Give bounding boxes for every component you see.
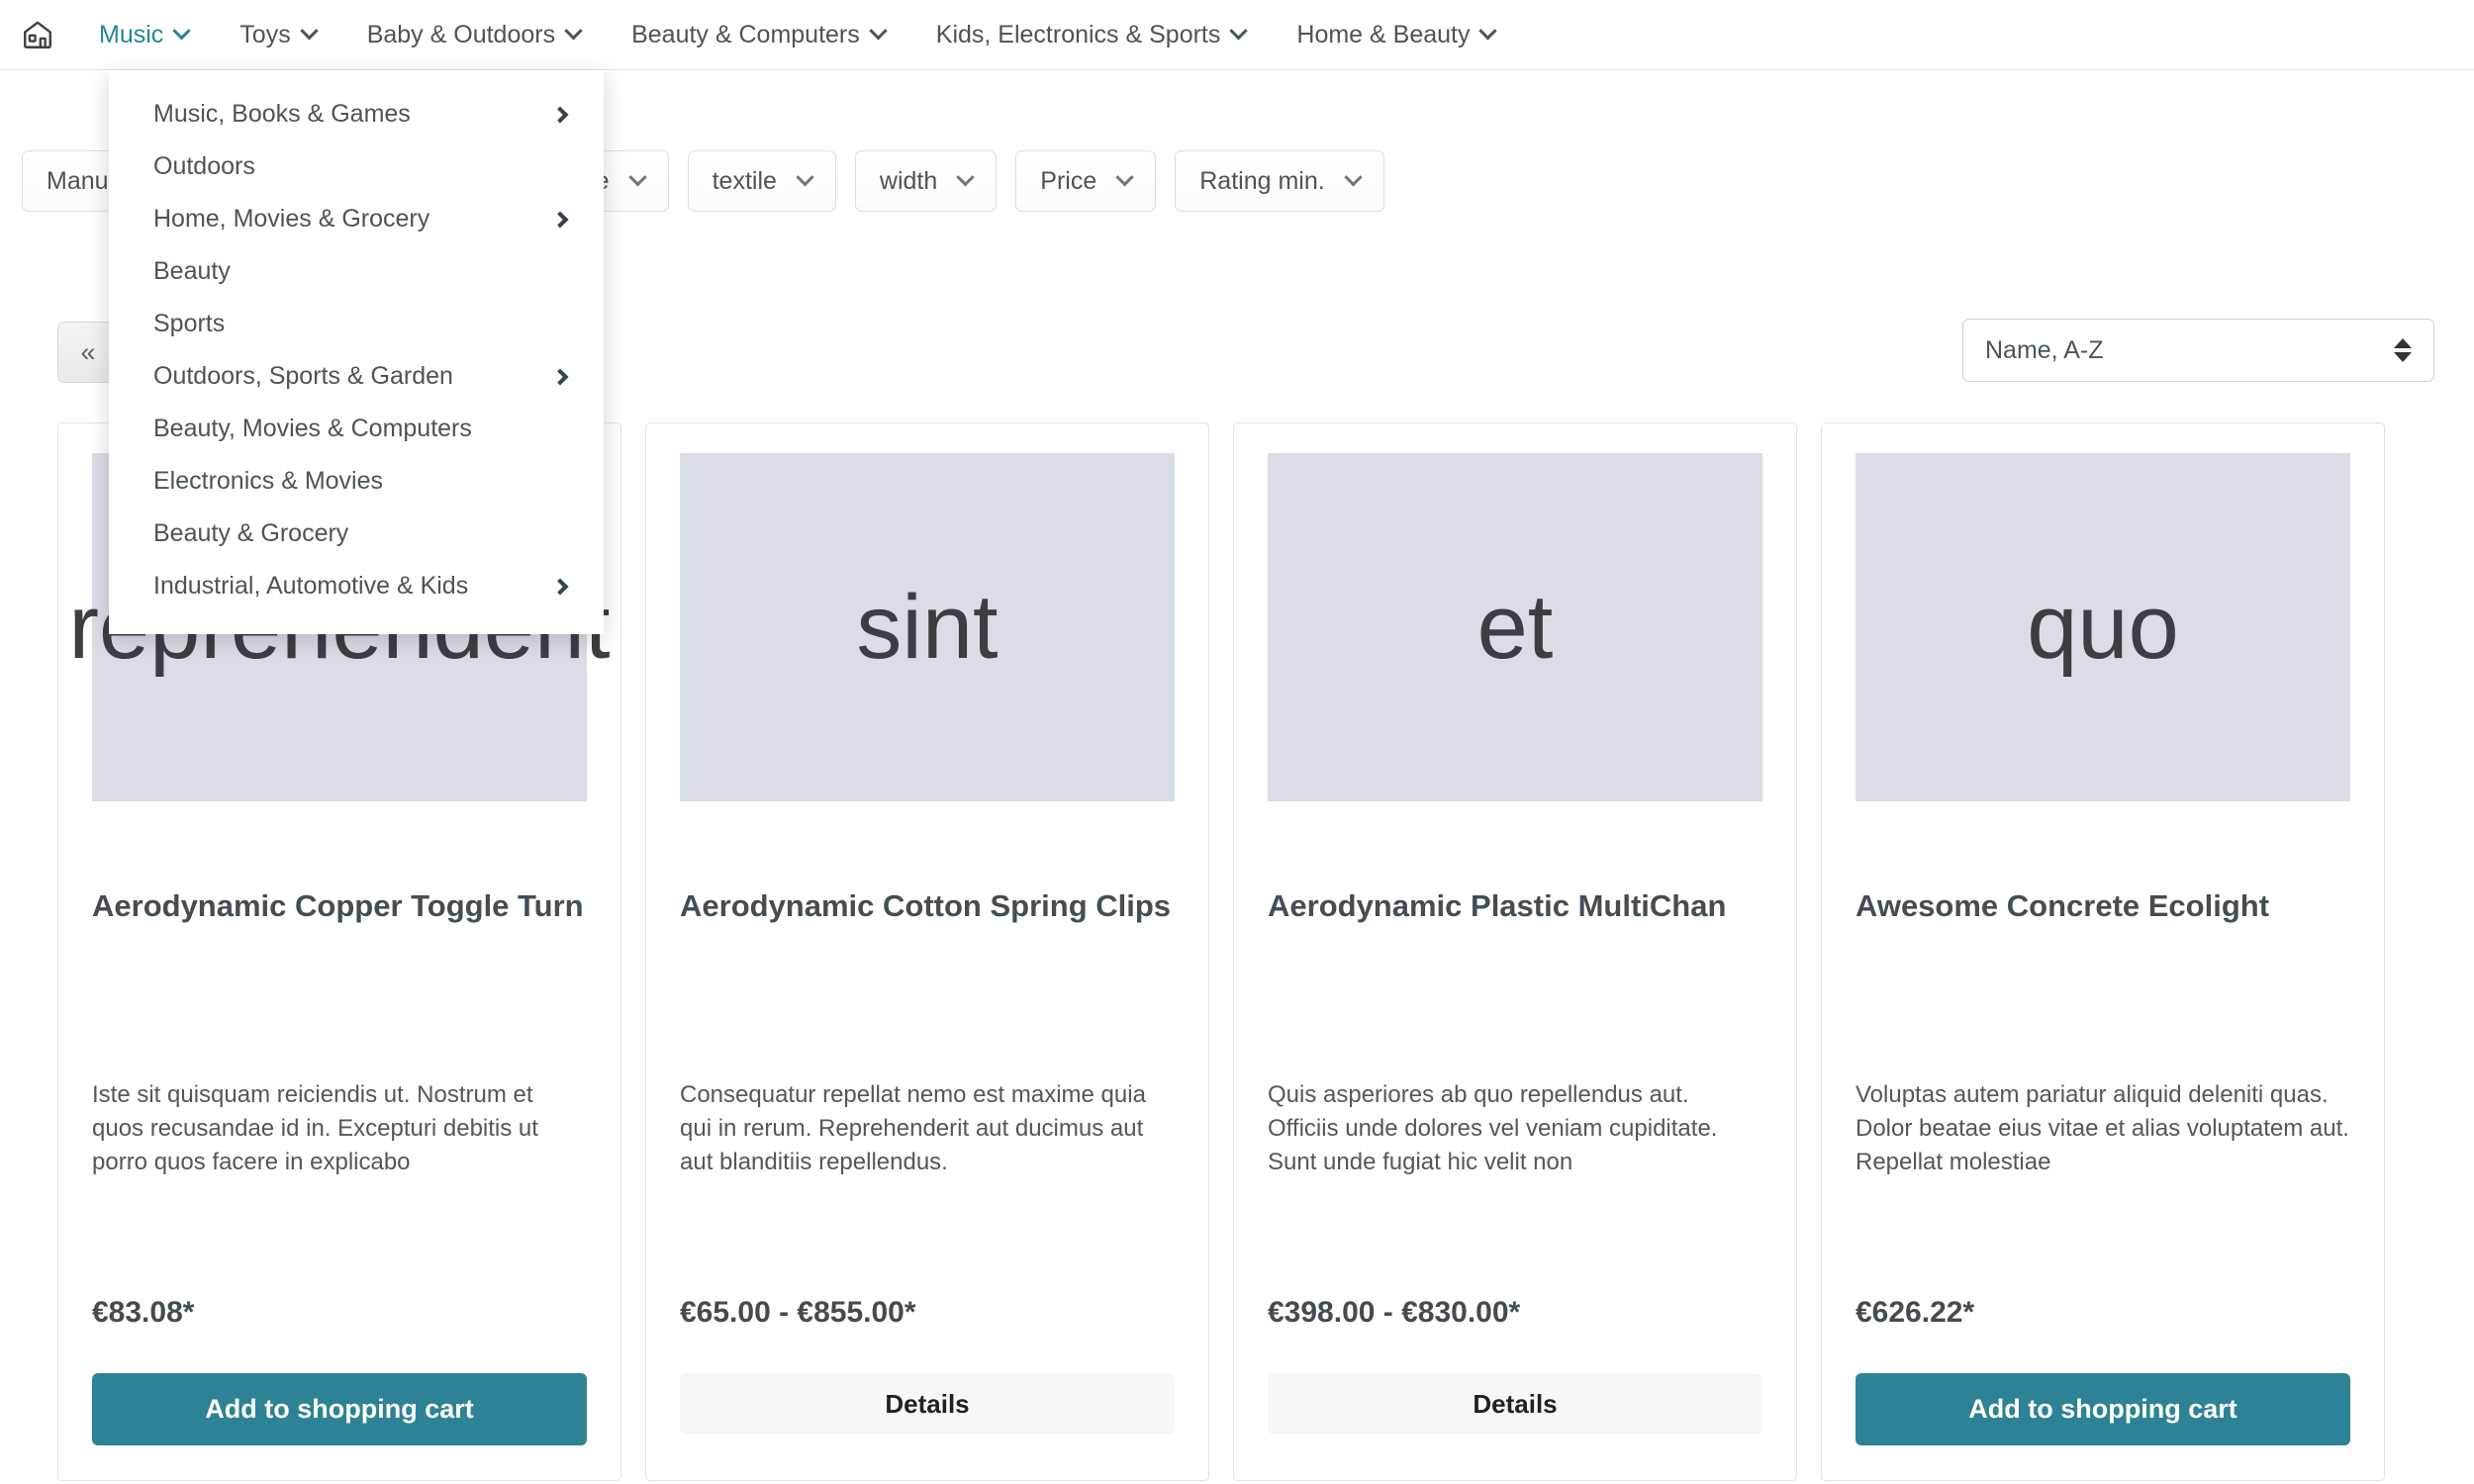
nav-item-label: Toys <box>239 20 291 48</box>
add-to-cart-button[interactable]: Add to shopping cart <box>92 1373 587 1445</box>
chevron-right-icon <box>551 106 569 123</box>
chevron-down-icon <box>956 167 975 186</box>
nav-item-label: Home & Beauty <box>1296 20 1471 48</box>
top-navigation: Music Toys Baby & Outdoors Beauty & Compute… <box>0 0 2474 70</box>
chevron-down-icon <box>1344 167 1363 186</box>
nav-item-beauty-computers[interactable]: Beauty & Computers <box>631 20 888 49</box>
flyout-item-label: Electronics & Movies <box>153 467 384 495</box>
product-image-text: sint <box>856 577 999 678</box>
add-to-cart-button[interactable]: Add to shopping cart <box>1856 1373 2350 1445</box>
flyout-item-outdoors[interactable]: Outdoors <box>109 140 604 193</box>
nav-item-label: Baby & Outdoors <box>366 20 556 48</box>
flyout-item-outdoors-sports-garden[interactable]: Outdoors, Sports & Garden <box>109 350 604 403</box>
product-title[interactable]: Awesome Concrete Ecolight <box>1856 886 2350 993</box>
chevron-right-icon <box>551 368 569 385</box>
filter-width[interactable]: width <box>854 150 998 212</box>
flyout-item-label: Industrial, Automotive & Kids <box>153 572 469 600</box>
filter-price[interactable]: Price <box>1015 150 1157 212</box>
sort-select-value: Name, A-Z <box>1985 335 2104 364</box>
nav-item-toys[interactable]: Toys <box>239 20 319 49</box>
nav-item-label: Beauty & Computers <box>631 20 860 48</box>
flyout-item-label: Beauty & Grocery <box>153 519 349 547</box>
product-card[interactable]: quo Awesome Concrete Ecolight Voluptas aut… <box>1821 422 2385 1481</box>
product-image-text: et <box>1476 577 1554 678</box>
double-chevron-left-icon: « <box>80 336 96 367</box>
nav-item-label: Kids, Electronics & Sports <box>935 20 1221 48</box>
flyout-item-label: Beauty, Movies & Computers <box>153 415 472 442</box>
flyout-item-sports[interactable]: Sports <box>109 298 604 350</box>
filter-textile-label: textile <box>712 166 777 195</box>
product-title[interactable]: Aerodynamic Cotton Spring Clips <box>680 886 1175 993</box>
filter-price-label: Price <box>1040 166 1097 195</box>
product-price: €83.08* <box>92 1296 195 1329</box>
chevron-right-icon <box>551 211 569 228</box>
nav-item-music[interactable]: Music <box>99 20 191 49</box>
details-button[interactable]: Details <box>680 1373 1175 1435</box>
flyout-item-beauty-grocery[interactable]: Beauty & Grocery <box>109 508 604 560</box>
nav-item-baby-outdoors[interactable]: Baby & Outdoors <box>366 20 583 49</box>
flyout-item-industrial-automotive-kids[interactable]: Industrial, Automotive & Kids <box>109 560 604 612</box>
product-description: Voluptas autem pariatur aliquid deleniti… <box>1856 1081 2349 1176</box>
chevron-down-icon <box>796 167 814 186</box>
sort-select[interactable]: Name, A-Z <box>1962 319 2434 382</box>
product-description: Quis asperiores ab quo repellendus aut. … <box>1268 1081 1718 1176</box>
product-price: €398.00 - €830.00* <box>1268 1296 1521 1329</box>
flyout-item-beauty-movies-computers[interactable]: Beauty, Movies & Computers <box>109 403 604 455</box>
product-card[interactable]: et Aerodynamic Plastic MultiChan Quis aspe… <box>1233 422 1797 1481</box>
chevron-right-icon <box>551 578 569 595</box>
home-icon[interactable] <box>18 15 57 54</box>
chevron-down-icon <box>1229 21 1249 40</box>
flyout-item-beauty[interactable]: Beauty <box>109 245 604 298</box>
nav-item-list: Music Toys Baby & Outdoors Beauty & Compute… <box>99 21 1546 49</box>
flyout-item-label: Outdoors <box>153 152 255 180</box>
flyout-item-label: Music, Books & Games <box>153 100 411 128</box>
product-description: Iste sit quisquam reiciendis ut. Nostrum… <box>92 1081 538 1176</box>
chevron-down-icon <box>564 21 583 40</box>
product-title[interactable]: Aerodynamic Copper Toggle Turn <box>92 886 587 993</box>
nav-item-kids-electronics-sports[interactable]: Kids, Electronics & Sports <box>935 20 1249 49</box>
nav-item-label: Music <box>99 20 164 48</box>
chevron-down-icon <box>1115 167 1134 186</box>
product-price: €65.00 - €855.00* <box>680 1296 916 1329</box>
product-image[interactable]: sint <box>680 453 1175 801</box>
chevron-down-icon <box>627 167 647 186</box>
flyout-item-music-books-games[interactable]: Music, Books & Games <box>109 88 604 140</box>
flyout-item-home-movies-grocery[interactable]: Home, Movies & Grocery <box>109 193 604 245</box>
filter-manufacturer-label: Manu <box>47 166 109 195</box>
nav-item-home-beauty[interactable]: Home & Beauty <box>1296 20 1498 49</box>
product-image[interactable]: quo <box>1856 453 2350 801</box>
product-image[interactable]: et <box>1268 453 1762 801</box>
details-button[interactable]: Details <box>1268 1373 1762 1435</box>
filter-rating-min-label: Rating min. <box>1199 166 1325 195</box>
filter-rating-min[interactable]: Rating min. <box>1175 150 1384 212</box>
chevron-down-icon <box>172 21 191 40</box>
product-card[interactable]: sint Aerodynamic Cotton Spring Clips Conse… <box>645 422 1209 1481</box>
chevron-down-icon <box>1478 21 1498 40</box>
filter-width-label: width <box>879 166 938 195</box>
chevron-down-icon <box>300 21 319 40</box>
filter-textile[interactable]: textile <box>687 150 836 212</box>
chevron-down-icon <box>869 21 888 40</box>
flyout-item-label: Outdoors, Sports & Garden <box>153 362 453 390</box>
flyout-item-label: Beauty <box>153 257 231 285</box>
product-image-text: quo <box>2027 577 2179 678</box>
nav-flyout-menu: Music, Books & Games Outdoors Home, Movies… <box>109 70 604 634</box>
product-description: Consequatur repellat nemo est maxime qui… <box>680 1081 1146 1176</box>
flyout-item-label: Sports <box>153 310 226 337</box>
flyout-item-label: Home, Movies & Grocery <box>153 205 430 232</box>
flyout-item-electronics-movies[interactable]: Electronics & Movies <box>109 455 604 508</box>
product-price: €626.22* <box>1856 1296 1975 1329</box>
select-arrows-icon <box>2394 338 2412 362</box>
product-title[interactable]: Aerodynamic Plastic MultiChan <box>1268 886 1762 993</box>
